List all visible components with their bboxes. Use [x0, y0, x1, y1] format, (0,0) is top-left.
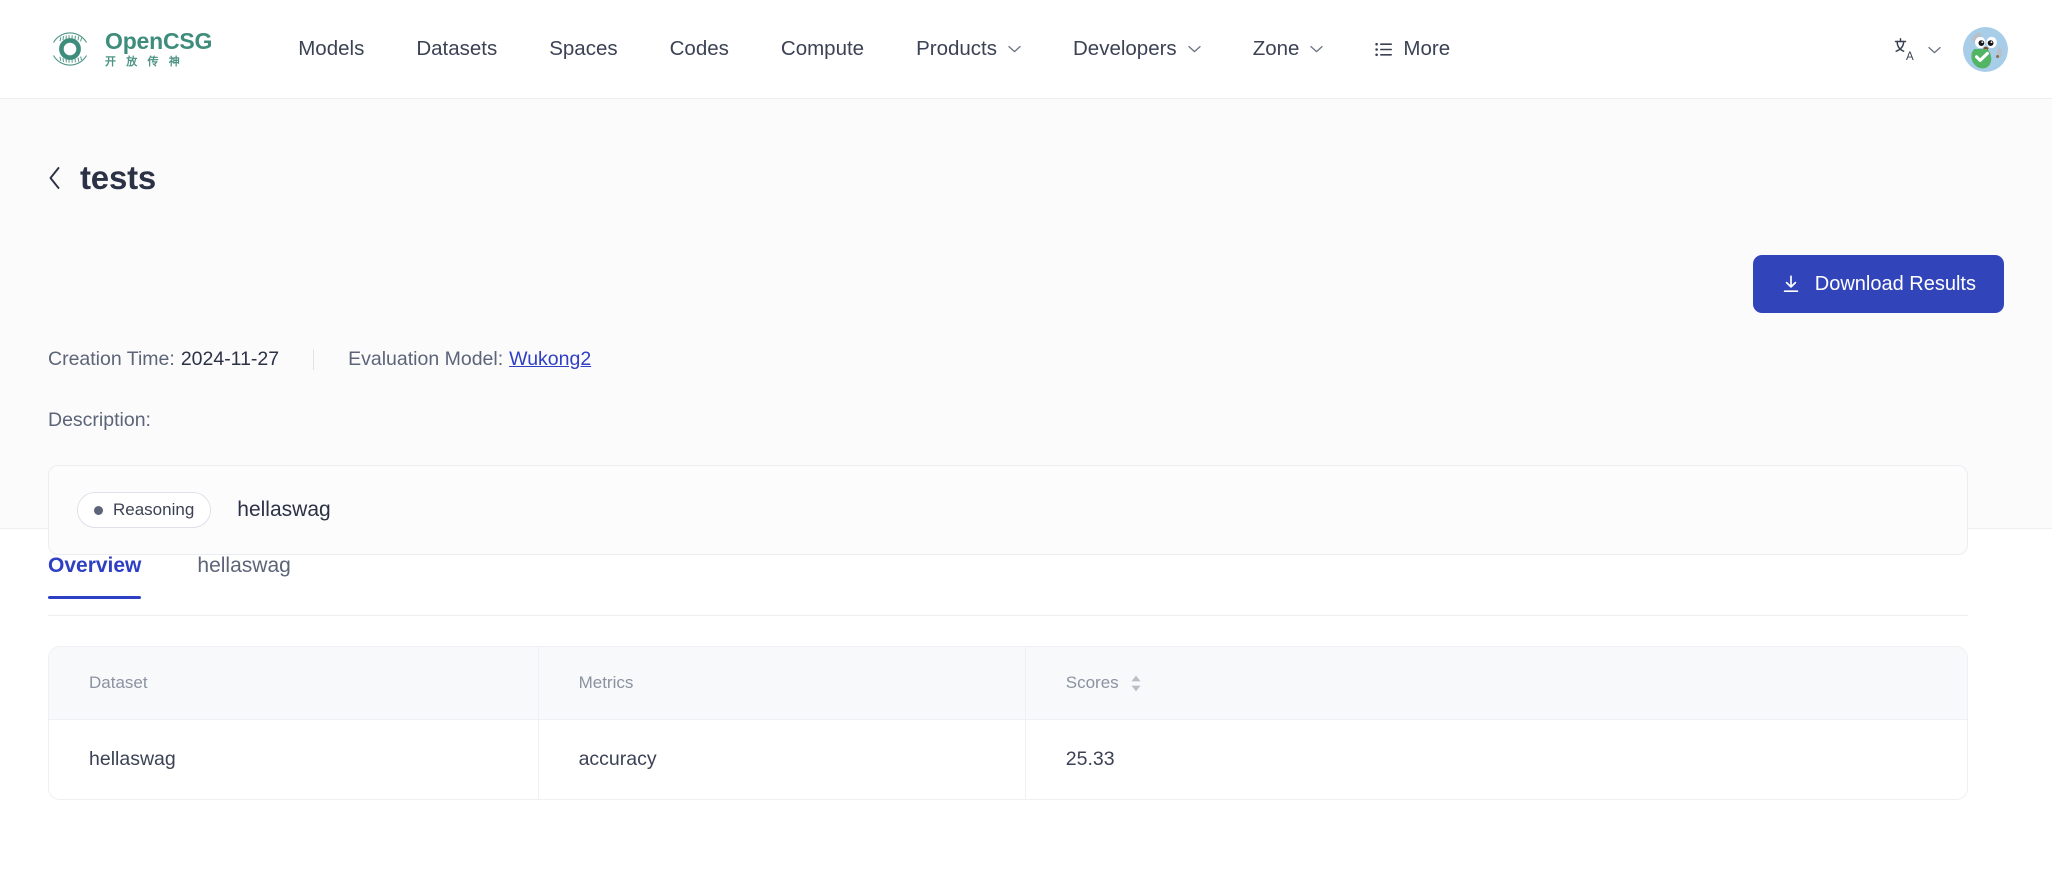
nav-item-label: Compute [781, 37, 864, 61]
description-card: Reasoning hellaswag [48, 465, 1968, 555]
brand-name-cn: 开 放 传 神 [105, 57, 212, 68]
tab-overview[interactable]: Overview [48, 554, 141, 598]
results-table: Dataset Metrics Scores [48, 646, 1968, 800]
translate-icon: A [1893, 37, 1918, 62]
creation-time-label: Creation Time: [48, 348, 175, 371]
page-header-section: tests Creation Time: 2024-11-27 Evaluati… [0, 99, 2052, 529]
nav-item-label: Codes [670, 37, 729, 61]
nav-item-label: Developers [1073, 37, 1177, 61]
evaluation-model-label: Evaluation Model: [348, 348, 503, 371]
table-head: Dataset Metrics Scores [49, 647, 1967, 720]
sort-updown-icon[interactable] [1130, 675, 1142, 692]
description-text: hellaswag [237, 498, 330, 522]
column-header-label: Scores [1066, 673, 1119, 693]
column-header-label: Dataset [89, 673, 148, 693]
table-body: hellaswag accuracy 25.33 [49, 720, 1967, 800]
app-root: OpenCSG 开 放 传 神 Models Datasets Spaces C… [0, 0, 2052, 886]
page-title: tests [80, 159, 156, 197]
top-navbar: OpenCSG 开 放 传 神 Models Datasets Spaces C… [0, 0, 2052, 99]
tab-label: Overview [48, 554, 141, 577]
nav-item-label: Spaces [549, 37, 617, 61]
brand-logo[interactable]: OpenCSG 开 放 传 神 [46, 25, 212, 73]
nav-item-label: More [1403, 37, 1450, 61]
column-header-scores[interactable]: Scores [1025, 647, 1967, 720]
nav-item-zone[interactable]: Zone [1227, 0, 1350, 99]
navbar-right-group: A [1893, 0, 2008, 99]
nav-item-label: Datasets [416, 37, 497, 61]
nav-item-products[interactable]: Products [890, 0, 1047, 99]
cell-metrics: accuracy [538, 720, 1025, 800]
column-header-dataset-inner: Dataset [89, 673, 148, 693]
download-icon [1781, 274, 1801, 294]
chevron-left-icon[interactable] [48, 166, 62, 190]
download-results-label: Download Results [1815, 273, 1976, 296]
nav-item-spaces[interactable]: Spaces [523, 0, 643, 99]
chevron-down-icon [1188, 45, 1201, 53]
creation-time-value: 2024-11-27 [181, 348, 279, 371]
nav-item-label: Models [298, 37, 364, 61]
tab-label: hellaswag [197, 554, 290, 577]
tab-bar: Overview hellaswag [48, 554, 1968, 616]
nav-item-more[interactable]: More [1349, 0, 1476, 99]
metadata-row: Creation Time: 2024-11-27 Evaluation Mod… [48, 348, 591, 371]
chevron-down-icon [1008, 45, 1021, 53]
metadata-divider [313, 349, 314, 370]
nav-links: Models Datasets Spaces Codes Compute Pro… [272, 0, 1476, 99]
tab-hellaswag[interactable]: hellaswag [197, 554, 290, 598]
nav-item-datasets[interactable]: Datasets [390, 0, 523, 99]
nav-item-developers[interactable]: Developers [1047, 0, 1227, 99]
download-results-button[interactable]: Download Results [1753, 255, 2004, 313]
column-header-dataset[interactable]: Dataset [49, 647, 538, 720]
status-badge: Reasoning [77, 492, 211, 528]
avatar[interactable] [1963, 27, 2008, 72]
brand-name-en: OpenCSG [105, 30, 212, 53]
badge-dot-icon [94, 506, 103, 515]
list-icon [1375, 42, 1392, 57]
language-switcher[interactable]: A [1893, 37, 1941, 62]
chevron-down-icon [1928, 46, 1941, 54]
svg-text:A: A [1906, 51, 1914, 62]
opencsg-aperture-logo-icon [46, 25, 94, 73]
nav-item-label: Products [916, 37, 997, 61]
brand-wordmark: OpenCSG 开 放 传 神 [105, 30, 212, 68]
table-header-row: Dataset Metrics Scores [49, 647, 1967, 720]
nav-item-codes[interactable]: Codes [644, 0, 755, 99]
title-row: tests [48, 159, 156, 197]
table-row[interactable]: hellaswag accuracy 25.33 [49, 720, 1967, 800]
column-header-metrics[interactable]: Metrics [538, 647, 1025, 720]
nav-item-compute[interactable]: Compute [755, 0, 890, 99]
status-badge-label: Reasoning [113, 500, 194, 520]
column-header-label: Metrics [579, 673, 634, 693]
cell-scores: 25.33 [1025, 720, 1967, 800]
description-label: Description: [48, 409, 151, 432]
cell-dataset: hellaswag [49, 720, 538, 800]
column-header-scores-inner: Scores [1066, 673, 1142, 693]
nav-item-label: Zone [1253, 37, 1300, 61]
chevron-down-icon [1310, 45, 1323, 53]
nav-item-models[interactable]: Models [272, 0, 390, 99]
evaluation-model-link[interactable]: Wukong2 [509, 348, 591, 371]
results-table-element: Dataset Metrics Scores [49, 647, 1967, 799]
column-header-metrics-inner: Metrics [579, 673, 634, 693]
